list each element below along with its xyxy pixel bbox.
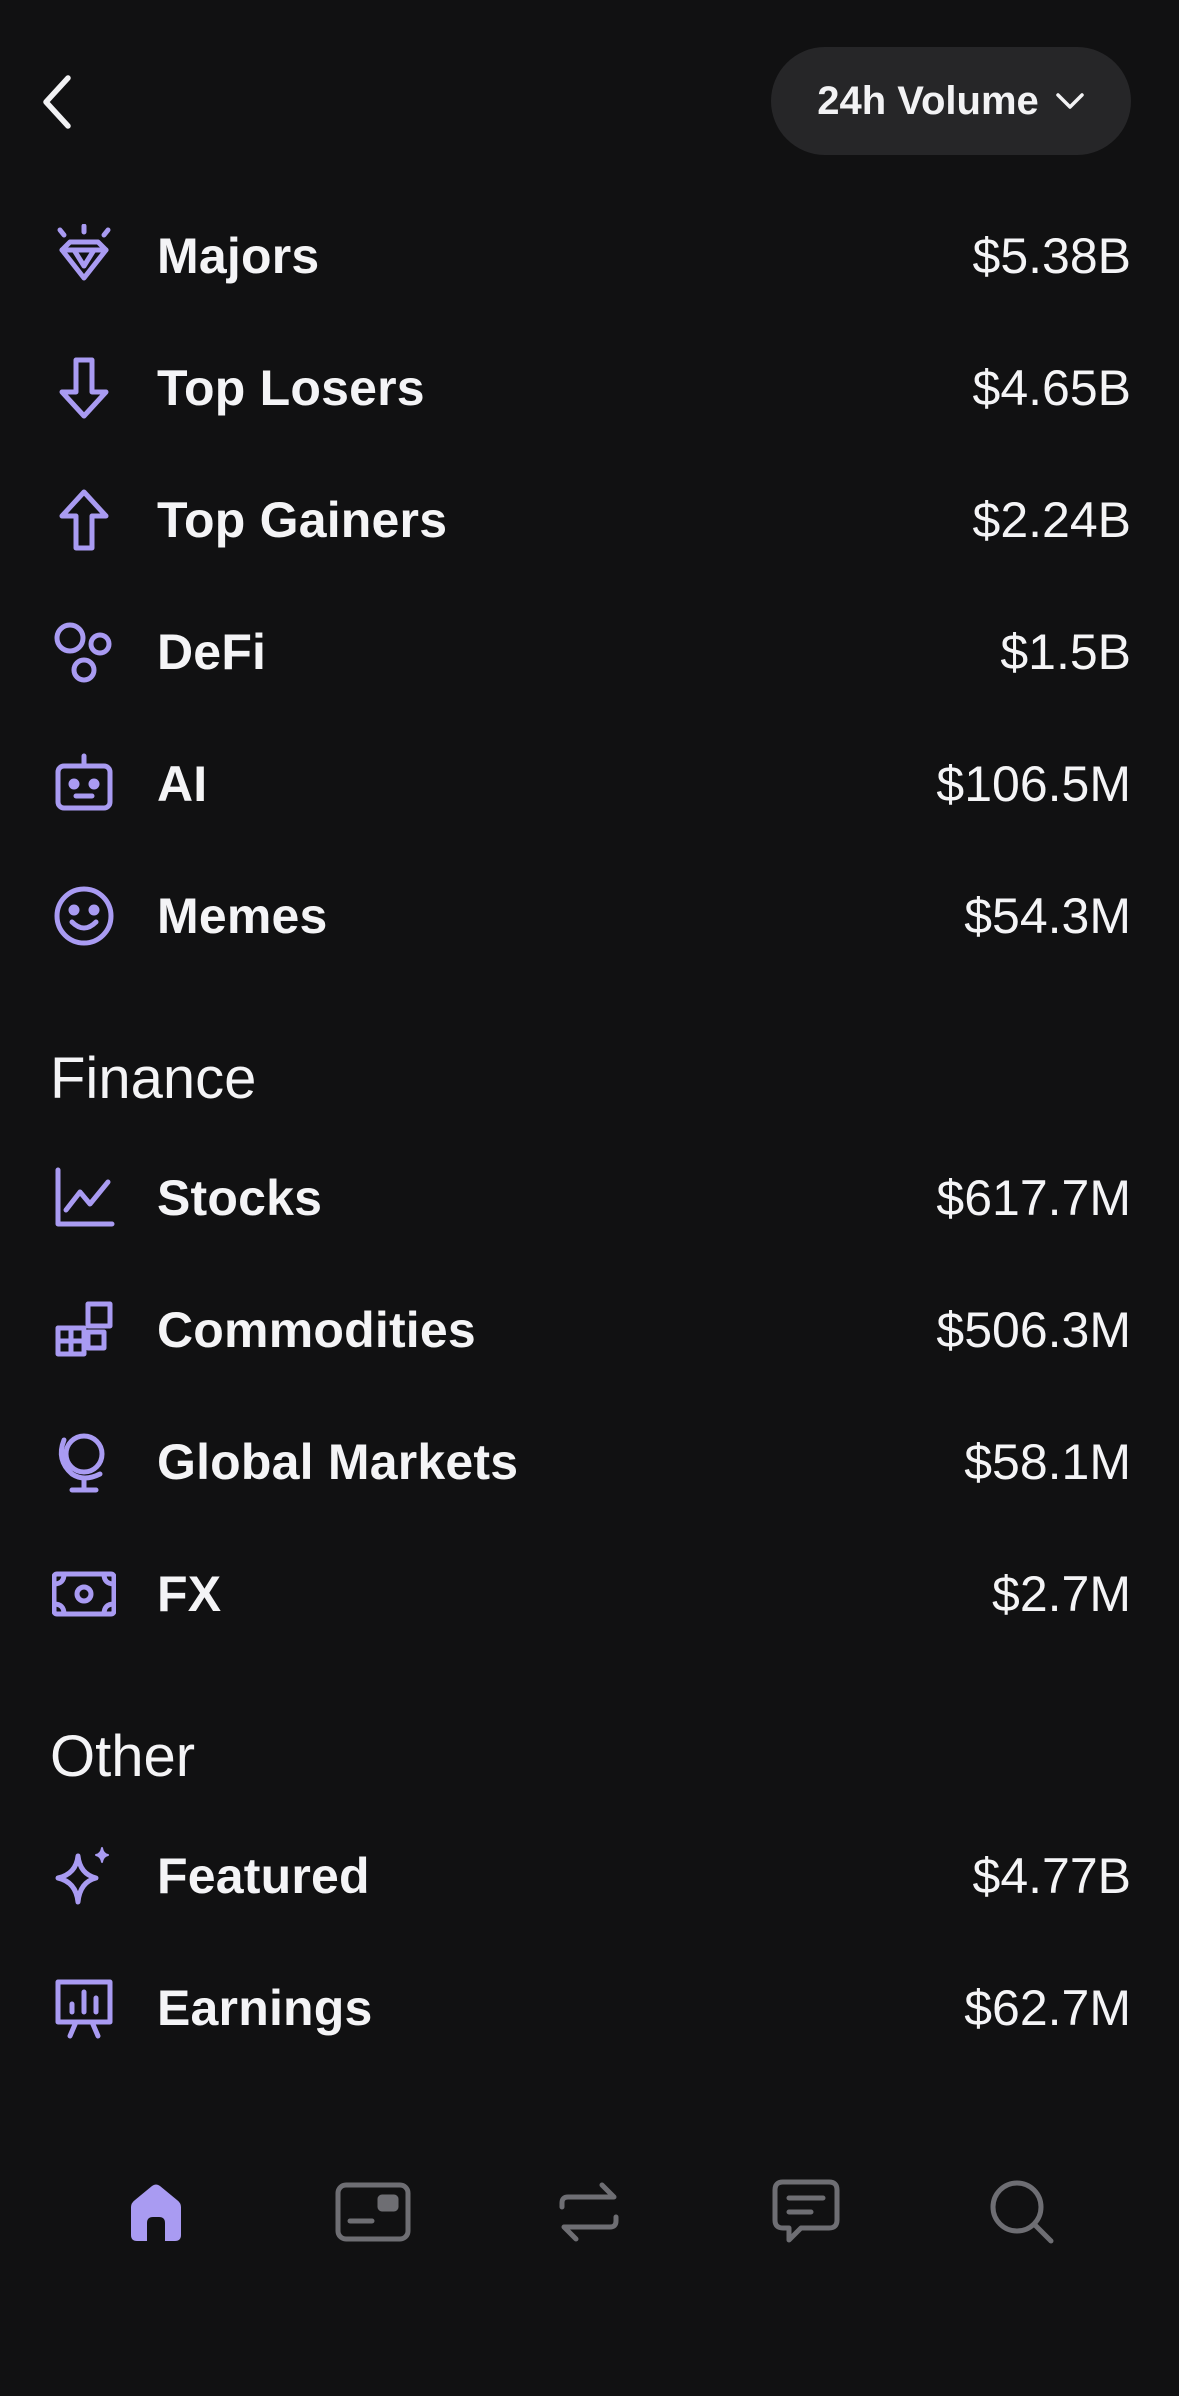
- section-title-other: Other: [50, 1724, 196, 1789]
- list-item-value: $4.77B: [972, 1848, 1131, 1904]
- list-item-label: Commodities: [157, 1302, 476, 1358]
- arrow-up-icon: [52, 488, 116, 552]
- list-item-label: Stocks: [157, 1170, 323, 1226]
- list-item-stocks[interactable]: Stocks $617.7M: [0, 1132, 1179, 1264]
- circles-icon: [52, 620, 116, 684]
- list-item-global-markets[interactable]: Global Markets $58.1M: [0, 1396, 1179, 1528]
- list-item-defi[interactable]: DeFi $1.5B: [0, 586, 1179, 718]
- chat-icon: [771, 2178, 841, 2246]
- list-item-label: Memes: [157, 888, 328, 944]
- chevron-left-icon: [40, 74, 74, 130]
- list-item-top-gainers[interactable]: Top Gainers $2.24B: [0, 454, 1179, 586]
- sparkle-icon: [52, 1844, 116, 1908]
- list-item-label: Majors: [157, 228, 320, 284]
- list-item-label: Top Gainers: [157, 492, 448, 548]
- list-item-value: $1.5B: [1000, 624, 1131, 680]
- volume-selector-label: 24h Volume: [817, 78, 1039, 123]
- list-item-label: Global Markets: [157, 1434, 519, 1490]
- list-item-top-losers[interactable]: Top Losers $4.65B: [0, 322, 1179, 454]
- presentation-chart-icon: [52, 1976, 116, 2040]
- swap-icon: [556, 2177, 622, 2247]
- boxes-icon: [52, 1298, 116, 1362]
- list-item-value: $2.24B: [972, 492, 1131, 548]
- line-chart-icon: [52, 1166, 116, 1230]
- list-item-value: $506.3M: [936, 1302, 1131, 1358]
- list-item-value: $2.7M: [992, 1566, 1131, 1622]
- back-button[interactable]: [40, 62, 100, 142]
- volume-selector-dropdown[interactable]: 24h Volume: [771, 47, 1131, 155]
- globe-icon: [52, 1430, 116, 1494]
- list-item-label: Featured: [157, 1848, 370, 1904]
- list-item-label: DeFi: [157, 624, 267, 680]
- list-item-value: $4.65B: [972, 360, 1131, 416]
- robot-icon: [52, 752, 116, 816]
- list-item-value: $58.1M: [964, 1434, 1131, 1490]
- list-item-label: FX: [157, 1566, 222, 1622]
- header-bar: 24h Volume: [0, 0, 1179, 190]
- section-title-finance: Finance: [50, 1046, 257, 1111]
- list-item-memes[interactable]: Memes $54.3M: [0, 850, 1179, 982]
- smiley-icon: [52, 884, 116, 948]
- chevron-down-icon: [1055, 91, 1085, 111]
- tab-search[interactable]: [982, 2172, 1062, 2252]
- gem-icon: [52, 224, 116, 288]
- wallet-icon: [334, 2179, 412, 2245]
- tab-home[interactable]: [116, 2172, 196, 2252]
- bottom-tab-bar: [0, 2150, 1179, 2260]
- tab-chat[interactable]: [766, 2172, 846, 2252]
- search-icon: [987, 2177, 1057, 2247]
- banknote-icon: [52, 1562, 116, 1626]
- list-item-value: $54.3M: [964, 888, 1131, 944]
- list-item-value: $106.5M: [936, 756, 1131, 812]
- list-item-value: $62.7M: [964, 1980, 1131, 2036]
- list-item-value: $617.7M: [936, 1170, 1131, 1226]
- list-item-majors[interactable]: Majors $5.38B: [0, 190, 1179, 322]
- list-item-featured[interactable]: Featured $4.77B: [0, 1810, 1179, 1942]
- list-item-label: Top Losers: [157, 360, 425, 416]
- tab-wallet[interactable]: [333, 2172, 413, 2252]
- tab-trade[interactable]: [549, 2172, 629, 2252]
- list-item-earnings[interactable]: Earnings $62.7M: [0, 1942, 1179, 2074]
- arrow-down-icon: [52, 356, 116, 420]
- list-item-label: Earnings: [157, 1980, 373, 2036]
- list-item-label: AI: [157, 756, 208, 812]
- list-item-fx[interactable]: FX $2.7M: [0, 1528, 1179, 1660]
- list-item-ai[interactable]: AI $106.5M: [0, 718, 1179, 850]
- list-item-commodities[interactable]: Commodities $506.3M: [0, 1264, 1179, 1396]
- list-item-value: $5.38B: [972, 228, 1131, 284]
- home-icon: [123, 2179, 189, 2245]
